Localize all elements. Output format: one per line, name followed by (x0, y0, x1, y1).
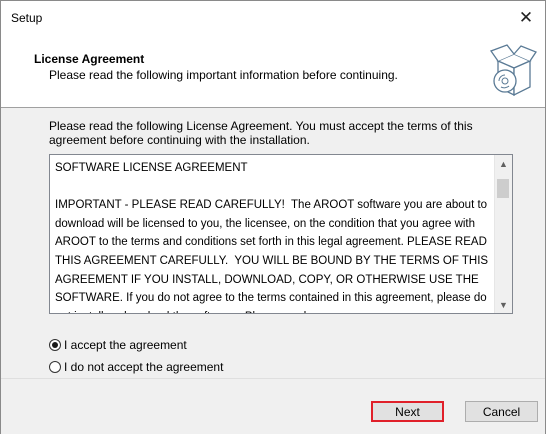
cancel-button[interactable]: Cancel (465, 401, 538, 422)
wizard-body: Please read the following License Agreem… (1, 108, 545, 378)
wizard-header: License Agreement Please read the follow… (1, 35, 545, 108)
scroll-down-icon[interactable]: ▼ (495, 296, 512, 313)
setup-window: Setup ✕ License Agreement Please read th… (0, 0, 546, 434)
decline-label[interactable]: I do not accept the agreement (64, 360, 223, 374)
next-button[interactable]: Next (371, 401, 444, 422)
window-title: Setup (11, 11, 43, 25)
license-textbox[interactable]: SOFTWARE LICENSE AGREEMENT IMPORTANT - P… (49, 154, 513, 314)
license-text: SOFTWARE LICENSE AGREEMENT IMPORTANT - P… (55, 162, 489, 313)
license-scrollbar[interactable]: ▲ ▼ (494, 155, 512, 313)
decline-radio[interactable] (49, 361, 61, 373)
scrollbar-thumb[interactable] (497, 179, 509, 198)
close-icon[interactable]: ✕ (507, 1, 545, 35)
intro-text: Please read the following License Agreem… (49, 119, 473, 147)
page-subtitle: Please read the following important info… (49, 68, 398, 82)
accept-option[interactable]: I accept the agreement (49, 338, 187, 352)
page-title: License Agreement (34, 52, 145, 66)
button-bar: Next Cancel (1, 378, 545, 434)
accept-radio[interactable] (49, 339, 61, 351)
software-box-cd-icon (489, 44, 537, 97)
scroll-up-icon[interactable]: ▲ (495, 155, 512, 172)
title-bar: Setup ✕ (1, 1, 545, 35)
accept-label[interactable]: I accept the agreement (64, 338, 187, 352)
decline-option[interactable]: I do not accept the agreement (49, 360, 223, 374)
